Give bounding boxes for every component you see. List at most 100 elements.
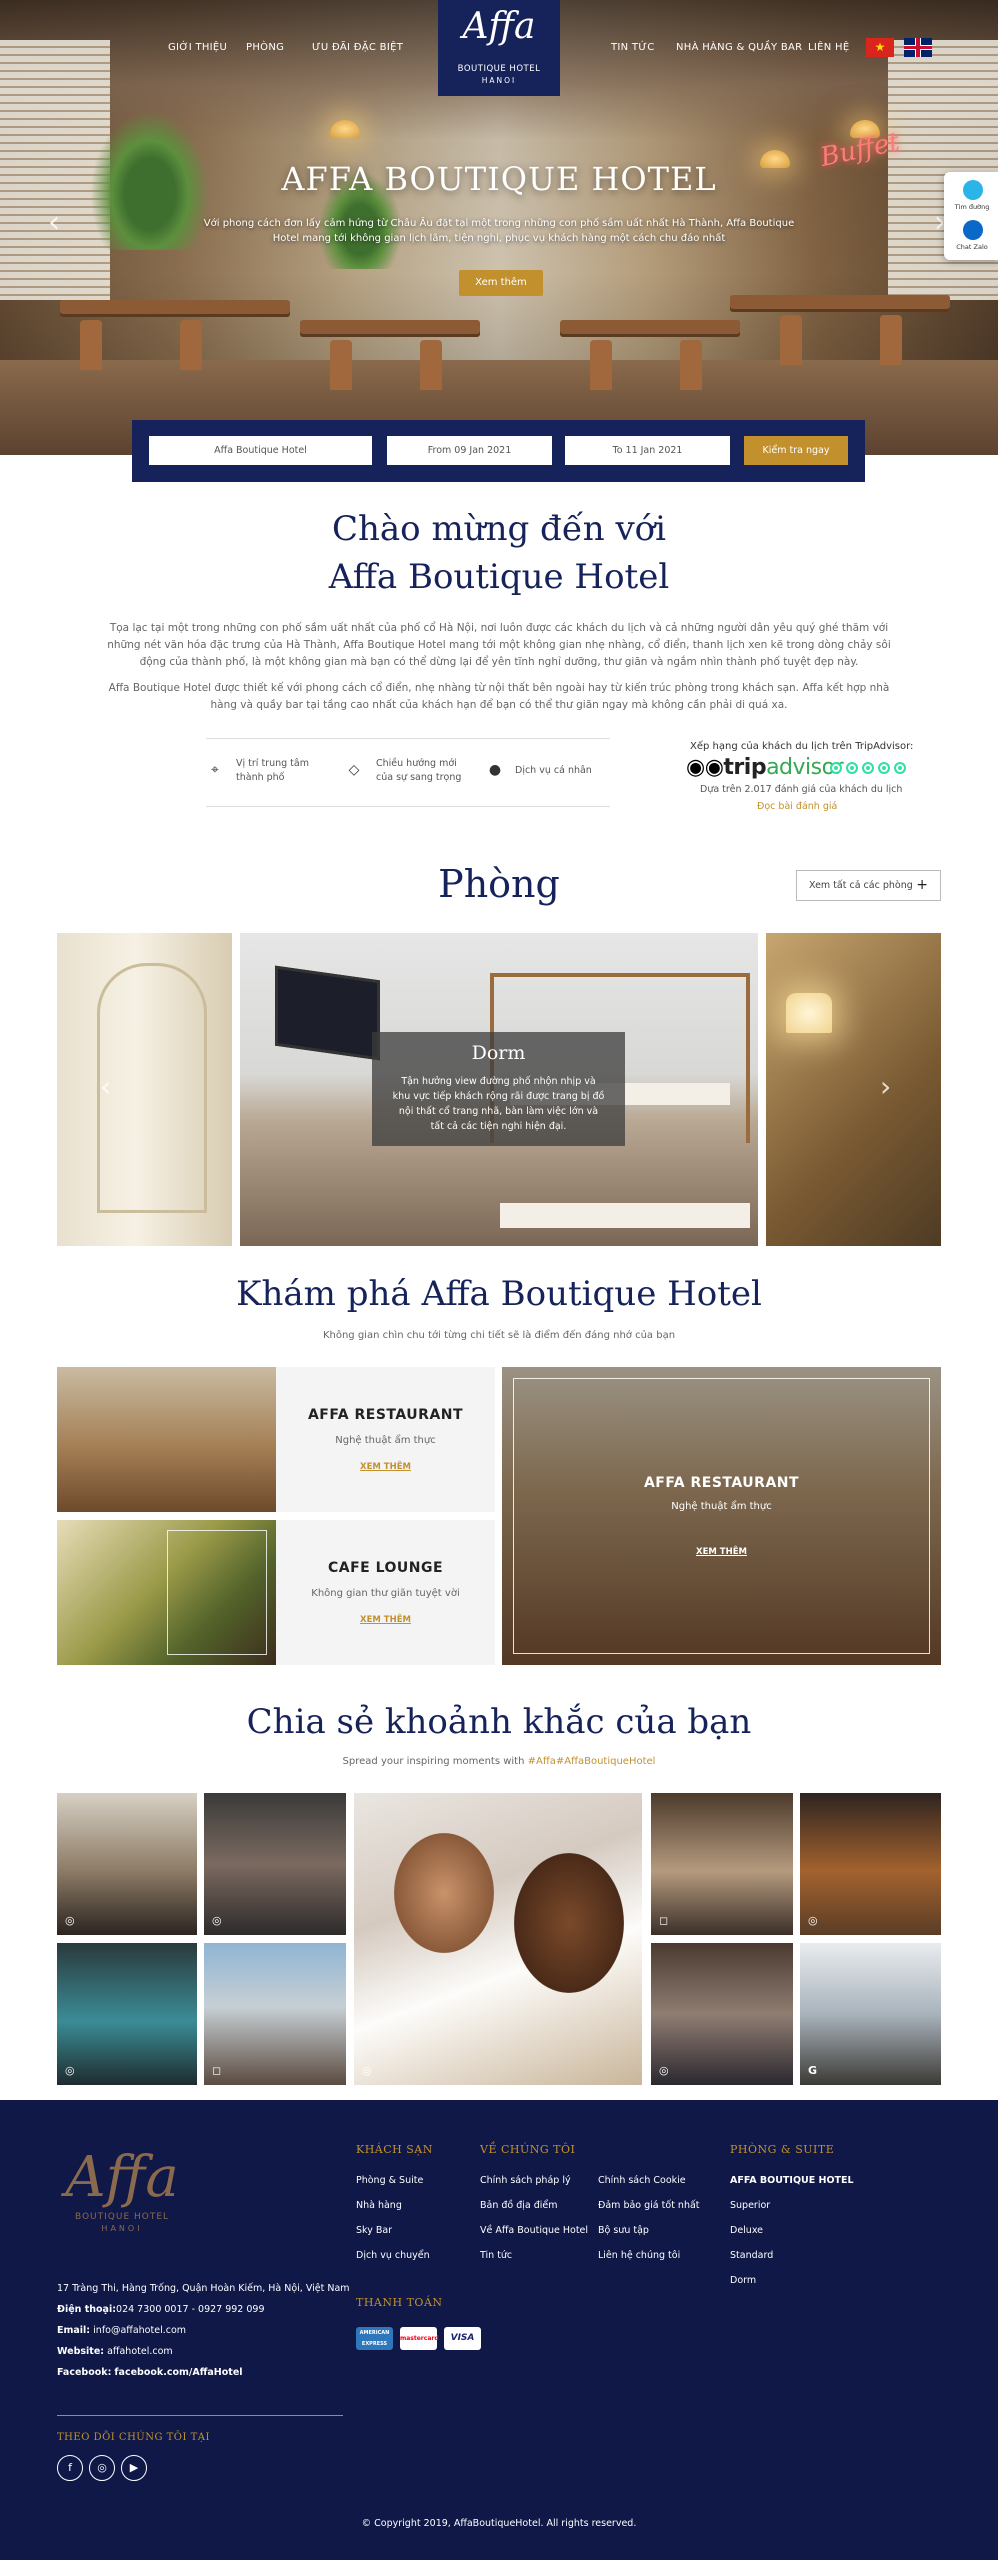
logo-mark: Affa bbox=[462, 6, 536, 47]
explore-title: Khám phá Affa Boutique Hotel bbox=[236, 1274, 762, 1314]
nav-offers[interactable]: ƯU ĐÃI ĐẶC BIỆT bbox=[312, 42, 403, 53]
plus-icon: + bbox=[916, 877, 928, 893]
lamp-shape bbox=[786, 993, 832, 1033]
follow-heading: THEO DÕI CHÚNG TÔI TẠI bbox=[57, 2432, 210, 2443]
footer-link-gallery[interactable]: Bộ sưu tập bbox=[598, 2225, 649, 2236]
footer-link-hotel[interactable]: AFFA BOUTIQUE HOTEL bbox=[730, 2175, 854, 2186]
gallery-photo[interactable]: ◎ bbox=[57, 1793, 197, 1935]
visa-card-icon: VISA bbox=[444, 2327, 481, 2350]
hero-table bbox=[60, 300, 290, 314]
cafe-thumbnail[interactable] bbox=[57, 1520, 276, 1665]
cafe-thumbnail-frame bbox=[167, 1530, 267, 1655]
footer-link-dorm[interactable]: Dorm bbox=[730, 2275, 756, 2286]
footer-email-value[interactable]: info@affahotel.com bbox=[93, 2325, 186, 2336]
featured-room-name[interactable]: Dorm bbox=[372, 1042, 625, 1064]
footer-logo[interactable]: Affa BOUTIQUE HOTEL HANOI bbox=[57, 2148, 187, 2234]
nav-restaurant-bar[interactable]: NHÀ HÀNG & QUẦY BAR bbox=[676, 42, 802, 53]
room-next-arrow-icon[interactable]: › bbox=[880, 1070, 891, 1103]
footer-facebook-value[interactable]: facebook.com/AffaHotel bbox=[114, 2367, 242, 2378]
footer-link-about[interactable]: Về Affa Boutique Hotel bbox=[480, 2225, 588, 2236]
flag-vietnam-icon[interactable]: ★ bbox=[866, 38, 894, 57]
footer-link-cookie[interactable]: Chính sách Cookie bbox=[598, 2175, 686, 2186]
footer-link-legal[interactable]: Chính sách pháp lý bbox=[480, 2175, 571, 2186]
view-all-rooms-label: Xem tất cả các phòng bbox=[809, 880, 913, 891]
flag-uk-icon[interactable] bbox=[904, 38, 932, 57]
cafe-card-more-link[interactable]: XEM THÊM bbox=[276, 1615, 495, 1625]
footer-phone-value[interactable]: 024 7300 0017 - 0927 992 099 bbox=[116, 2304, 264, 2315]
feature-service-line1: Dịch vụ cá nhân bbox=[515, 765, 592, 776]
footer-link-deluxe[interactable]: Deluxe bbox=[730, 2225, 763, 2236]
checkout-date-field[interactable]: To 11 Jan 2021 bbox=[565, 436, 730, 465]
facebook-icon[interactable]: f bbox=[57, 2455, 83, 2481]
gallery-photo[interactable]: ◎ bbox=[800, 1793, 941, 1935]
bunk-mattress bbox=[500, 1203, 750, 1228]
nav-news[interactable]: TIN TỨC bbox=[611, 42, 655, 53]
zalo-label[interactable]: Chat Zalo bbox=[944, 243, 998, 251]
feature-luxury-line2: của sự sang trọng bbox=[376, 772, 462, 783]
view-all-rooms-button[interactable]: Xem tất cả các phòng + bbox=[796, 870, 941, 901]
hero-prev-arrow-icon[interactable]: ‹ bbox=[48, 205, 60, 240]
nav-about[interactable]: GIỚI THIỆU bbox=[168, 42, 227, 53]
tripadvisor-icon: ◎ bbox=[808, 1914, 818, 1927]
instagram-icon: ◻ bbox=[212, 2064, 222, 2077]
restaurant-card[interactable]: AFFA RESTAURANT Nghệ thuật ẩm thực XEM T… bbox=[276, 1367, 495, 1512]
footer-link-contact[interactable]: Liên hệ chúng tôi bbox=[598, 2250, 680, 2261]
youtube-icon[interactable]: ▶ bbox=[121, 2455, 147, 2481]
restaurant-thumbnail[interactable] bbox=[57, 1367, 276, 1512]
maps-label[interactable]: Tìm đường bbox=[944, 203, 998, 211]
gallery-photo[interactable]: ◎ bbox=[204, 1793, 346, 1935]
footer-link-map[interactable]: Bản đồ địa điểm bbox=[480, 2200, 558, 2211]
tripadvisor-icon: ◎ bbox=[659, 2064, 669, 2077]
footer-link-restaurant[interactable]: Nhà hàng bbox=[356, 2200, 402, 2211]
footer-link-rooms[interactable]: Phòng & Suite bbox=[356, 2175, 423, 2186]
side-contact-widget: Tìm đường Chat Zalo bbox=[944, 172, 998, 260]
checkin-date-field[interactable]: From 09 Jan 2021 bbox=[387, 436, 552, 465]
features-divider bbox=[206, 738, 610, 739]
footer-link-superior[interactable]: Superior bbox=[730, 2200, 770, 2211]
gallery-photo[interactable]: G bbox=[800, 1943, 941, 2085]
footer-link-news[interactable]: Tin tức bbox=[480, 2250, 512, 2261]
nav-rooms[interactable]: PHÒNG bbox=[246, 42, 284, 53]
zalo-icon[interactable] bbox=[963, 220, 983, 240]
room-image-next[interactable] bbox=[766, 933, 941, 1246]
footer-link-skybar[interactable]: Sky Bar bbox=[356, 2225, 392, 2236]
instagram-icon[interactable]: ◎ bbox=[89, 2455, 115, 2481]
gallery-photo[interactable]: ◎ bbox=[57, 1943, 197, 2085]
footer-link-standard[interactable]: Standard bbox=[730, 2250, 773, 2261]
feature-luxury-line1: Chiều hướng mới bbox=[376, 758, 457, 769]
hotel-select[interactable]: Affa Boutique Hotel bbox=[149, 436, 372, 465]
share-subtitle: Spread your inspiring moments with #Affa… bbox=[0, 1756, 998, 1767]
cafe-card[interactable]: CAFE LOUNGE Không gian thư giãn tuyệt vờ… bbox=[276, 1520, 495, 1665]
room-image-prev[interactable] bbox=[57, 933, 232, 1246]
tripadvisor-icon: ◎ bbox=[212, 1914, 222, 1927]
footer-facebook: Facebook: facebook.com/AffaHotel bbox=[57, 2367, 243, 2378]
tripadvisor-read-link[interactable]: Đọc bài đánh giá bbox=[757, 801, 837, 812]
footer-link-best-price[interactable]: Đảm bảo giá tốt nhất bbox=[598, 2200, 700, 2211]
map-pin-icon[interactable] bbox=[963, 180, 983, 200]
armoire-shape bbox=[97, 963, 207, 1213]
hero-more-button[interactable]: Xem thêm bbox=[459, 270, 543, 296]
restaurant-card-more-link[interactable]: XEM THÊM bbox=[276, 1462, 495, 1472]
copyright: © Copyright 2019, AffaBoutiqueHotel. All… bbox=[361, 2518, 637, 2529]
gallery-photo[interactable]: ◻ bbox=[651, 1793, 793, 1935]
hero-banner: Buffet GIỚI THIỆU PHÒNG ƯU ĐÃI ĐẶC BIỆT … bbox=[0, 0, 998, 455]
hero-table bbox=[560, 320, 740, 334]
footer-link-transfer[interactable]: Dịch vụ chuyển bbox=[356, 2250, 430, 2261]
gallery-photo[interactable]: ◻ bbox=[204, 1943, 346, 2085]
check-availability-button[interactable]: Kiểm tra ngay bbox=[744, 436, 848, 465]
room-prev-arrow-icon[interactable]: ‹ bbox=[100, 1070, 111, 1103]
hero-chair bbox=[330, 340, 352, 390]
hero-title: AFFA BOUTIQUE HOTEL bbox=[281, 160, 717, 198]
rating-dot-icon bbox=[894, 762, 906, 774]
logo-line1: BOUTIQUE HOTEL bbox=[457, 64, 541, 74]
welcome-title-line1: Chào mừng đến với bbox=[331, 509, 666, 549]
site-logo[interactable]: Affa BOUTIQUE HOTEL HANOI bbox=[438, 0, 560, 96]
nav-contact[interactable]: LIÊN HỆ bbox=[808, 42, 849, 53]
instagram-icon: ◻ bbox=[659, 1914, 669, 1927]
gallery-photo-featured[interactable]: ◎ bbox=[354, 1793, 642, 2085]
share-hashtag[interactable]: #Affa#AffaBoutiqueHotel bbox=[528, 1756, 656, 1767]
gallery-photo[interactable]: ◎ bbox=[651, 1943, 793, 2085]
rooms-column-heading: PHÒNG & SUITE bbox=[730, 2143, 835, 2156]
tripadvisor-logo[interactable]: ◉◉tripadvisor bbox=[686, 755, 844, 780]
footer-website-value[interactable]: affahotel.com bbox=[107, 2346, 173, 2357]
